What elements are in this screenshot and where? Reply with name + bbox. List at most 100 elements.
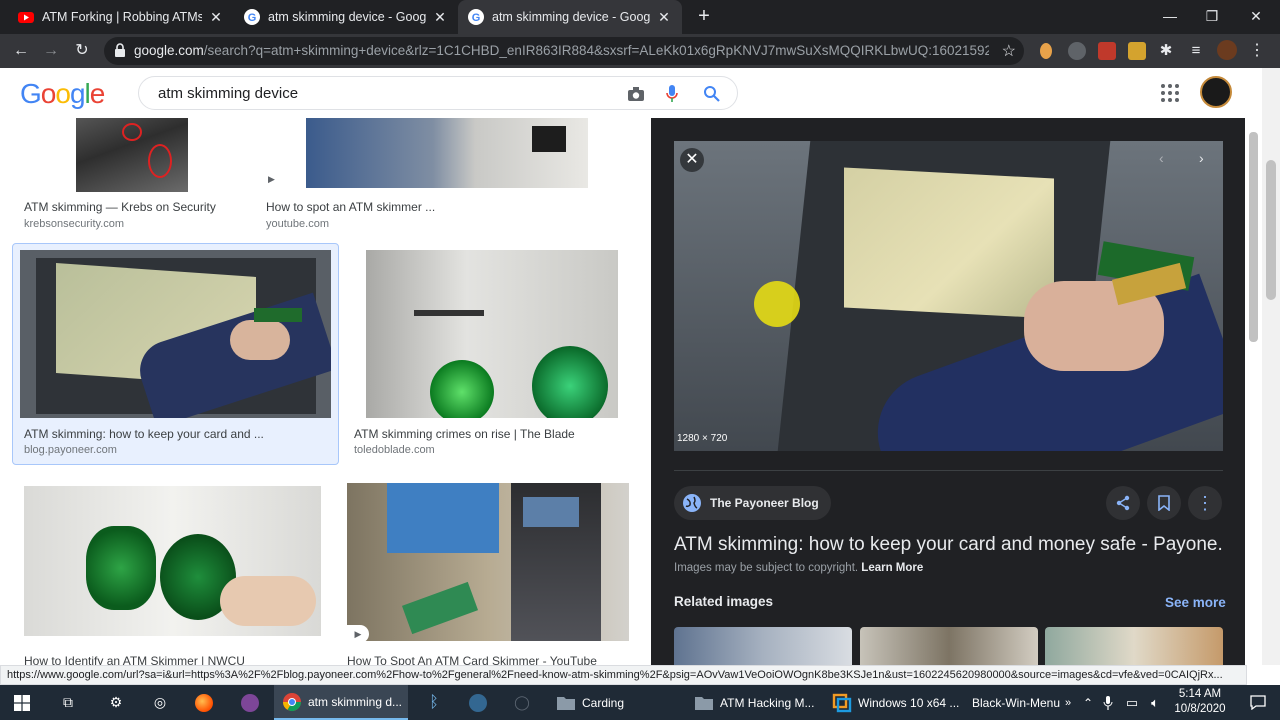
- address-bar[interactable]: google.com/search?q=atm+skimming+device&…: [104, 37, 1024, 65]
- network-icon[interactable]: ▭: [1122, 685, 1142, 720]
- image-dimensions: 1280 × 720: [677, 433, 728, 444]
- extension-icon[interactable]: [1098, 42, 1116, 60]
- related-image[interactable]: [1045, 627, 1223, 665]
- learn-more-link[interactable]: Learn More: [861, 562, 923, 574]
- search-box[interactable]: atm skimming device: [138, 76, 738, 110]
- taskbar-app-carding[interactable]: Carding: [548, 685, 684, 720]
- minimize-icon[interactable]: —: [1148, 0, 1192, 34]
- clock-time: 5:14 AM: [1178, 688, 1222, 700]
- source-site-chip[interactable]: The Payoneer Blog: [674, 486, 831, 520]
- search-icon[interactable]: [703, 85, 721, 103]
- back-icon[interactable]: ←: [9, 39, 33, 63]
- volume-icon[interactable]: 🔈︎: [1144, 685, 1166, 720]
- taskbar-toolbar-black-win-menu[interactable]: Black-Win-Menu: [962, 685, 1062, 720]
- menu-kebab-icon[interactable]: ⋮: [1245, 39, 1269, 63]
- extension-icon[interactable]: [1068, 42, 1086, 60]
- result-thumbnail[interactable]: [24, 486, 321, 636]
- divider: [674, 470, 1223, 471]
- scrollbar-thumb[interactable]: [1249, 132, 1258, 342]
- restore-icon[interactable]: ❐: [1190, 0, 1234, 34]
- result-thumbnail[interactable]: [306, 118, 588, 188]
- app-gear-icon[interactable]: ⚙: [94, 685, 138, 720]
- result-caption[interactable]: How to spot an ATM skimmer ...: [266, 200, 435, 214]
- tab-title: atm skimming device - Google S: [492, 10, 650, 24]
- preview-image[interactable]: [674, 141, 1223, 451]
- tab-title: atm skimming device - Google S: [268, 10, 426, 24]
- taskbar-app-vmware[interactable]: Windows 10 x64 ...: [824, 685, 960, 720]
- play-icon: ▶: [347, 625, 369, 643]
- related-image[interactable]: [674, 627, 852, 665]
- tab-title: ATM Forking | Robbing ATMs Usi: [42, 10, 202, 24]
- share-icon[interactable]: [1106, 486, 1140, 520]
- vmware-icon: [832, 693, 852, 712]
- result-caption[interactable]: How to Identify an ATM Skimmer | NWCU: [24, 654, 245, 665]
- save-bookmark-icon[interactable]: [1147, 486, 1181, 520]
- media-icon[interactable]: ≡: [1184, 39, 1208, 63]
- firefox-icon[interactable]: [182, 685, 226, 720]
- tab-google-search-active[interactable]: G atm skimming device - Google S ✕: [458, 0, 682, 34]
- source-site-name: The Payoneer Blog: [710, 496, 819, 510]
- youtube-icon: [18, 12, 34, 23]
- result-source: krebsonsecurity.com: [24, 218, 125, 230]
- page-scrollbar[interactable]: [1262, 68, 1280, 665]
- close-preview-icon[interactable]: ✕: [680, 148, 704, 172]
- google-logo[interactable]: Google: [20, 78, 105, 110]
- forward-icon[interactable]: →: [39, 39, 63, 63]
- action-center-icon[interactable]: [1236, 685, 1280, 720]
- search-input[interactable]: atm skimming device: [158, 85, 298, 102]
- microphone-tray-icon[interactable]: [1098, 685, 1118, 720]
- profile-avatar[interactable]: [1217, 40, 1237, 60]
- next-image-icon[interactable]: ›: [1199, 150, 1204, 166]
- browser-tab-strip: ATM Forking | Robbing ATMs Usi ✕ G atm s…: [0, 0, 1280, 34]
- task-view-icon[interactable]: ⧉: [46, 685, 90, 720]
- close-window-icon[interactable]: ✕: [1234, 0, 1278, 34]
- preview-title-link[interactable]: ATM skimming: how to keep your card and …: [674, 534, 1223, 556]
- image-preview-panel: ✕ ‹ › 1280 × 720 The Payoneer Blog ⋮ ATM…: [651, 118, 1245, 665]
- bookmark-star-icon[interactable]: ☆: [1002, 41, 1016, 61]
- tor-icon[interactable]: [228, 685, 272, 720]
- tab-atm-forking[interactable]: ATM Forking | Robbing ATMs Usi ✕: [8, 0, 234, 34]
- new-tab-icon[interactable]: +: [692, 4, 716, 28]
- camera-icon[interactable]: [627, 86, 645, 102]
- system-clock[interactable]: 5:14 AM 10/8/2020: [1170, 687, 1230, 717]
- app-circle-icon[interactable]: ◯: [500, 685, 544, 720]
- tab-google-search-1[interactable]: G atm skimming device - Google S ✕: [234, 0, 458, 34]
- database-app-icon[interactable]: [456, 685, 500, 720]
- taskbar-app-atm-hacking[interactable]: ATM Hacking M...: [686, 685, 822, 720]
- close-tab-icon[interactable]: ✕: [432, 9, 448, 26]
- globe-icon: [683, 494, 701, 512]
- result-thumbnail[interactable]: [366, 250, 618, 418]
- bluetooth-app-icon[interactable]: ᛒ: [412, 685, 456, 720]
- puzzle-icon[interactable]: ✱: [1154, 39, 1178, 63]
- see-more-link[interactable]: See more: [1165, 595, 1226, 610]
- result-thumbnail[interactable]: [20, 250, 331, 418]
- play-icon: ▶: [268, 174, 275, 184]
- prev-image-icon[interactable]: ‹: [1159, 150, 1164, 166]
- extension-icon[interactable]: [1040, 43, 1052, 59]
- google-icon: G: [468, 9, 484, 25]
- chevron-right-icon[interactable]: »: [1058, 685, 1078, 720]
- apps-grid-icon[interactable]: [1160, 83, 1180, 103]
- result-caption[interactable]: How To Spot An ATM Card Skimmer - YouTub…: [347, 654, 597, 665]
- svg-text:G: G: [472, 12, 481, 24]
- result-thumbnail[interactable]: [347, 483, 629, 641]
- preview-scrollbar[interactable]: [1245, 118, 1262, 665]
- folder-icon: [695, 696, 713, 710]
- reload-icon[interactable]: ↻: [70, 39, 94, 63]
- taskbar-app-chrome[interactable]: atm skimming d...: [274, 685, 408, 720]
- extension-icon[interactable]: [1128, 42, 1146, 60]
- app-globe-icon[interactable]: ◎: [138, 685, 182, 720]
- more-options-icon[interactable]: ⋮: [1188, 486, 1222, 520]
- close-tab-icon[interactable]: ✕: [208, 9, 224, 26]
- result-caption[interactable]: ATM skimming — Krebs on Security: [24, 200, 216, 214]
- result-caption[interactable]: ATM skimming crimes on rise | The Blade: [354, 427, 575, 441]
- result-thumbnail[interactable]: [76, 118, 188, 192]
- related-image[interactable]: [860, 627, 1038, 665]
- result-caption[interactable]: ATM skimming: how to keep your card and …: [24, 427, 264, 441]
- close-tab-icon[interactable]: ✕: [656, 9, 672, 26]
- account-avatar[interactable]: [1200, 76, 1232, 108]
- scrollbar-thumb[interactable]: [1266, 160, 1276, 300]
- microphone-icon[interactable]: [666, 85, 678, 103]
- start-windows-icon[interactable]: [0, 685, 44, 720]
- chevron-up-icon[interactable]: ⌃: [1078, 685, 1098, 720]
